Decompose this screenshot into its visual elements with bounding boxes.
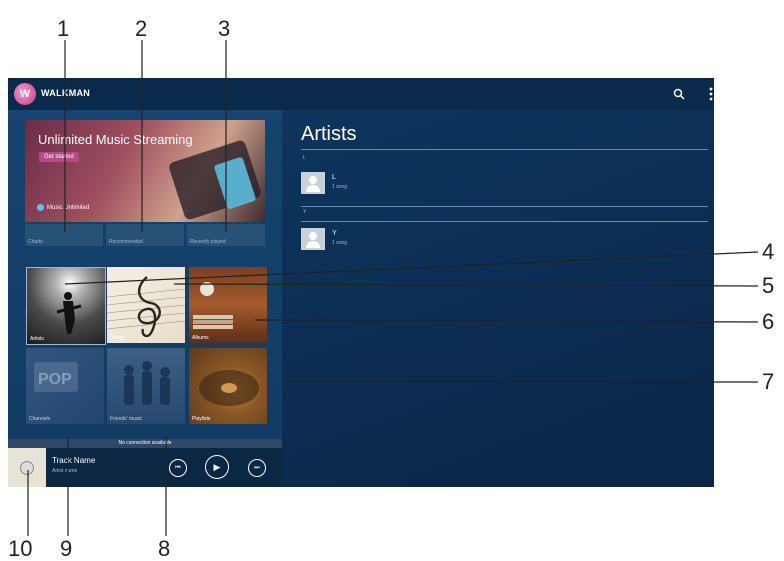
connection-status: No connection available xyxy=(8,439,282,448)
callout-number-6: 6 xyxy=(762,309,775,334)
tile-recently-played-label: Recently played xyxy=(190,239,226,245)
previous-button[interactable]: ⏮ xyxy=(169,459,187,477)
callout-number-9: 9 xyxy=(60,536,73,561)
play-icon: ▶ xyxy=(213,461,221,472)
artist-row[interactable]: Y 1 song xyxy=(301,228,708,256)
mini-player[interactable]: No connection available Track Name Artis… xyxy=(8,439,282,487)
track-name: Track Name xyxy=(52,456,96,465)
artist-row-count: 1 song xyxy=(332,184,348,190)
callout-number-7: 7 xyxy=(762,369,775,394)
title-divider xyxy=(301,149,708,150)
artist-row[interactable]: L 1 song xyxy=(301,172,708,200)
previous-icon: ⏮ xyxy=(175,464,181,471)
section-divider xyxy=(301,221,708,222)
tile-friends-music[interactable]: Friends' music xyxy=(107,348,185,424)
tile-albums-label: Albums xyxy=(192,335,209,341)
tile-artists-label: Artists xyxy=(30,336,44,342)
tile-charts[interactable]: Charts xyxy=(25,224,103,246)
callout-number-3: 3 xyxy=(218,16,231,41)
artist-row-count: 1 song xyxy=(332,240,348,246)
tile-recommended-label: Recommended xyxy=(109,239,143,245)
banner-title: Unlimited Music Streaming xyxy=(38,132,193,147)
page-title: Artists xyxy=(301,123,357,145)
tile-friends-label: Friends' music xyxy=(110,416,143,422)
tile-songs-label: Songs xyxy=(110,335,125,341)
app-screen: W WALKMAN Unlimited Music Streaming Get … xyxy=(8,78,714,487)
friends-image xyxy=(124,361,170,405)
tile-artists[interactable]: Artists xyxy=(26,267,106,345)
music-unlimited-icon xyxy=(37,204,44,211)
tile-recently-played[interactable]: Recently played xyxy=(187,224,265,246)
callout-number-4: 4 xyxy=(762,239,775,264)
section-header-l: L xyxy=(303,155,306,161)
avatar-icon xyxy=(301,228,325,250)
channels-image: POP xyxy=(34,362,78,392)
play-button[interactable]: ▶ xyxy=(205,455,229,479)
turntable-image xyxy=(199,370,259,406)
get-started-button[interactable]: Get started xyxy=(39,152,79,162)
avatar-icon xyxy=(301,172,325,194)
artist-name: Artist name xyxy=(52,468,78,474)
tile-playlists-label: Playlists xyxy=(192,416,211,422)
overflow-menu-icon[interactable] xyxy=(708,86,714,102)
section-header-y: Y xyxy=(303,209,307,215)
artists-image xyxy=(56,292,82,334)
top-bar: W WALKMAN xyxy=(8,78,714,110)
next-icon: ⏭ xyxy=(254,464,260,471)
callout-number-8: 8 xyxy=(158,536,171,561)
search-icon[interactable] xyxy=(672,87,686,101)
app-logo-icon[interactable]: W xyxy=(14,83,36,105)
tile-albums[interactable]: Albums xyxy=(189,267,267,343)
tile-playlists[interactable]: Playlists xyxy=(189,348,267,424)
svg-text:POP: POP xyxy=(38,371,72,388)
treble-clef-image xyxy=(107,276,185,338)
tile-channels[interactable]: POP Channels xyxy=(26,348,104,424)
music-unlimited-banner[interactable]: Unlimited Music Streaming Get started Mu… xyxy=(25,120,265,222)
banner-footer: Music Unlimited xyxy=(37,204,89,211)
banner-footer-label: Music Unlimited xyxy=(47,204,90,211)
tile-songs[interactable]: Songs xyxy=(107,267,185,343)
tile-channels-label: Channels xyxy=(29,416,51,422)
app-title: WALKMAN xyxy=(41,88,91,98)
artist-row-name: Y xyxy=(332,230,337,237)
next-button[interactable]: ⏭ xyxy=(248,459,266,477)
callout-number-2: 2 xyxy=(135,16,148,41)
callout-number-10: 10 xyxy=(8,536,33,561)
tile-recommended[interactable]: Recommended xyxy=(106,224,184,246)
callout-number-5: 5 xyxy=(762,273,775,298)
albums-image xyxy=(193,282,233,329)
disc-icon xyxy=(20,461,34,475)
callout-number-1: 1 xyxy=(57,16,70,41)
tile-charts-label: Charts xyxy=(28,239,43,245)
library-pane: Unlimited Music Streaming Get started Mu… xyxy=(8,110,282,487)
artist-row-name: L xyxy=(332,174,336,181)
album-art[interactable] xyxy=(8,448,46,487)
section-divider xyxy=(301,206,708,207)
